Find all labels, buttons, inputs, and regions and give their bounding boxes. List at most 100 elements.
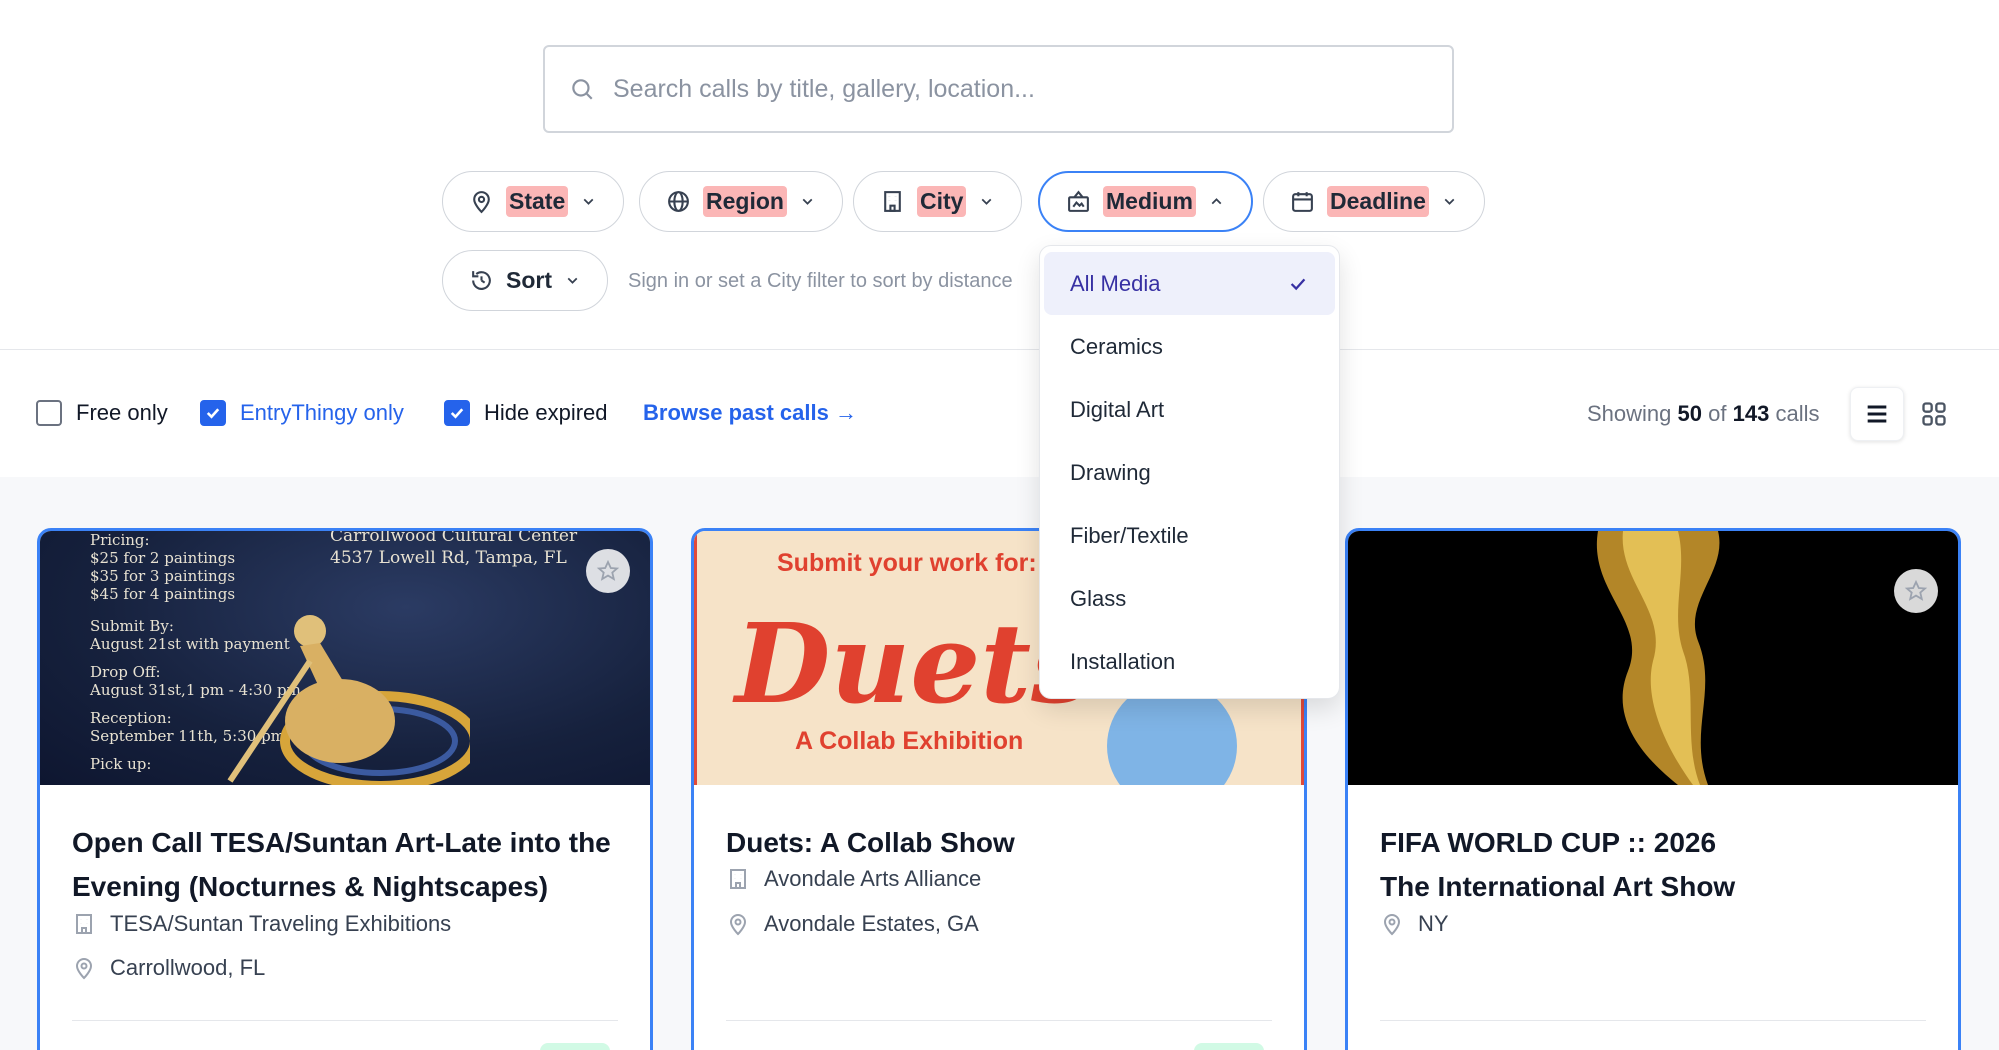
medium-option-digital-art[interactable]: Digital Art [1044, 378, 1335, 441]
medium-option-fiber-textile[interactable]: Fiber/Textile [1044, 504, 1335, 567]
grid-view-button[interactable] [1907, 387, 1961, 441]
location-text: NY [1418, 911, 1449, 936]
list-icon [1867, 405, 1887, 423]
call-title[interactable]: Duets: A Collab Show [726, 821, 1286, 865]
call-location: Avondale Estates, GA [726, 911, 979, 937]
building-icon [884, 191, 901, 212]
state-filter-button[interactable]: State [442, 171, 625, 232]
results-of: of [1708, 401, 1727, 426]
list-view-button[interactable] [1850, 387, 1904, 441]
medium-option-label: Glass [1070, 585, 1127, 611]
poster-line: $25 for 2 paintings [90, 549, 236, 567]
state-filter-label: State [506, 186, 569, 217]
results-count: Showing 50 of 143 calls [1587, 401, 1819, 427]
deadline-filter-button[interactable]: Deadline [1263, 171, 1485, 232]
building-icon [730, 869, 746, 889]
map-pin-icon [75, 958, 93, 980]
poster-line: 4537 Lowell Rd, Tampa, FL [330, 548, 567, 568]
call-organization: TESA/Suntan Traveling Exhibitions [72, 911, 451, 937]
chevron-down-icon [982, 198, 992, 205]
chevron-down-icon [567, 277, 578, 284]
calendar-icon [1292, 192, 1313, 212]
medium-option-label: Fiber/Textile [1070, 522, 1189, 548]
star-icon [1904, 579, 1928, 601]
sort-button[interactable]: Sort [442, 250, 608, 311]
building-icon [76, 914, 92, 934]
region-filter-button[interactable]: Region [639, 171, 843, 232]
call-title[interactable]: Open Call TESA/Suntan Art-Late into the … [72, 821, 632, 909]
chevron-down-icon [802, 198, 813, 205]
divider [0, 349, 1999, 350]
trophy-illustration [1596, 531, 1720, 785]
medium-option-glass[interactable]: Glass [1044, 567, 1335, 630]
check-icon [206, 408, 220, 419]
poster-submit-text: Submit your work for: [777, 549, 1037, 577]
call-card[interactable]: Pricing: $25 for 2 paintings $35 for 3 p… [37, 528, 653, 1050]
organization-name: Avondale Arts Alliance [764, 866, 982, 891]
free-only-label: Free only [76, 400, 168, 425]
location-text: Carrollwood, FL [110, 955, 266, 980]
sort-label: Sort [506, 267, 552, 293]
favorite-button[interactable] [1894, 569, 1938, 613]
easel-icon [1068, 190, 1089, 212]
medium-option-label: Installation [1070, 648, 1176, 674]
free-only-option[interactable]: Free only [36, 400, 168, 426]
medium-option-installation[interactable]: Installation [1044, 630, 1335, 693]
free-only-checkbox[interactable] [36, 400, 62, 426]
map-pin-icon [1383, 914, 1401, 936]
card-divider [72, 1020, 618, 1021]
card-divider [1380, 1020, 1926, 1021]
card-divider [726, 1020, 1272, 1021]
search-bar[interactable] [543, 45, 1454, 133]
map-pin-icon [729, 914, 747, 936]
call-organization: Avondale Arts Alliance [726, 866, 981, 892]
sort-hint: Sign in or set a City filter to sort by … [628, 270, 1013, 292]
deadline-filter-label: Deadline [1327, 186, 1429, 217]
star-icon [596, 559, 620, 581]
search-icon [572, 79, 593, 100]
search-input[interactable] [613, 74, 1433, 104]
hide-expired-label: Hide expired [484, 400, 608, 425]
organization-name: TESA/Suntan Traveling Exhibitions [110, 911, 452, 936]
status-badge [1194, 1043, 1264, 1050]
entrythingy-only-label: EntryThingy only [240, 400, 404, 425]
call-location: NY [1380, 911, 1449, 937]
call-poster-image: Pricing: $25 for 2 paintings $35 for 3 p… [40, 531, 650, 785]
medium-option-label: All Media [1070, 270, 1161, 296]
globe-icon [668, 191, 689, 212]
entrythingy-only-option[interactable]: EntryThingy only [200, 400, 404, 426]
entrythingy-only-checkbox[interactable] [200, 400, 226, 426]
grid-icon [1922, 402, 1946, 426]
call-poster-image [1348, 531, 1958, 785]
medium-option-ceramics[interactable]: Ceramics [1044, 315, 1335, 378]
chevron-up-icon [1211, 198, 1222, 205]
results-suffix: calls [1775, 401, 1820, 426]
favorite-button[interactable] [586, 549, 630, 593]
medium-option-drawing[interactable]: Drawing [1044, 441, 1335, 504]
city-filter-label: City [917, 186, 967, 217]
call-card[interactable]: FIFA WORLD CUP :: 2026 The International… [1345, 528, 1961, 1050]
city-filter-button[interactable]: City [853, 171, 1023, 232]
location-text: Avondale Estates, GA [764, 911, 979, 936]
medium-option-label: Ceramics [1070, 333, 1163, 359]
poster-line: Pricing: [90, 531, 150, 549]
call-title-line1: FIFA WORLD CUP :: 2026 [1380, 827, 1717, 858]
browse-past-calls-link[interactable]: Browse past calls → [643, 400, 857, 426]
poster-subtitle-text: A Collab Exhibition [795, 727, 1024, 755]
poster-line: Carrollwood Cultural Center [330, 531, 578, 546]
status-badge [540, 1043, 610, 1050]
map-pin-icon [473, 191, 490, 214]
medium-filter-label: Medium [1103, 186, 1196, 217]
hide-expired-option[interactable]: Hide expired [444, 400, 608, 426]
chevron-down-icon [1444, 198, 1455, 205]
region-filter-label: Region [703, 186, 787, 217]
call-title[interactable]: FIFA WORLD CUP :: 2026 The International… [1380, 821, 1940, 909]
results-prefix: Showing [1587, 401, 1672, 426]
medium-option-label: Drawing [1070, 459, 1151, 485]
call-title-line2: The International Art Show [1380, 871, 1736, 902]
hide-expired-checkbox[interactable] [444, 400, 470, 426]
results-shown: 50 [1677, 401, 1702, 426]
medium-filter-button[interactable]: Medium [1038, 171, 1253, 232]
medium-option-all-media[interactable]: All Media [1044, 252, 1335, 315]
medium-dropdown-menu: All Media Ceramics Digital Art Drawing F… [1039, 245, 1340, 699]
